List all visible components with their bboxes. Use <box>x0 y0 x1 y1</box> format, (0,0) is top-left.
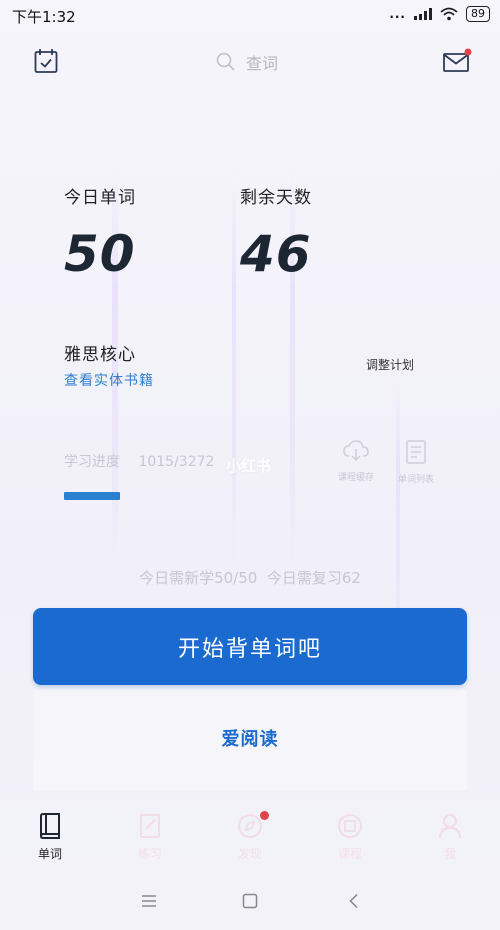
watermark: 小红书 <box>226 457 272 475</box>
status-dots: ... <box>389 7 406 21</box>
course-cache-button[interactable]: 课程缓存 <box>326 440 386 483</box>
progress-bar <box>64 492 244 500</box>
course-cache-label: 课程缓存 <box>337 473 374 483</box>
progress-label: 学习进度 <box>64 454 120 470</box>
document-icon <box>406 440 426 464</box>
wifi-icon <box>440 7 458 21</box>
nav-item-words[interactable]: 单词 <box>0 805 100 875</box>
signal-icon <box>414 8 432 20</box>
system-nav-bar <box>0 885 500 921</box>
progress-value: 1015/3272 <box>138 454 215 470</box>
cloud-download-icon <box>343 440 369 462</box>
battery-indicator: 89 <box>466 6 490 22</box>
book-name: 雅思核心 <box>64 345 136 365</box>
course-icon <box>338 814 362 838</box>
home-icon[interactable] <box>242 893 258 909</box>
notification-badge <box>260 811 269 820</box>
nav-label: 练习 <box>137 847 162 861</box>
note-icon <box>140 814 160 838</box>
person-icon <box>439 814 461 839</box>
days-left-value: 46 <box>240 225 312 283</box>
compass-icon <box>238 814 262 838</box>
days-left-label: 剩余天数 <box>240 188 312 208</box>
bottom-nav: 单词 练习 发现 课程 我 <box>0 805 500 875</box>
word-list-button[interactable]: 单词列表 <box>386 440 446 485</box>
reading-link[interactable]: 爱阅读 <box>0 725 500 751</box>
progress-bar-fill <box>64 492 120 500</box>
calendar-check-icon[interactable] <box>34 48 58 74</box>
menu-icon[interactable] <box>141 893 157 909</box>
book-icon <box>40 813 60 839</box>
nav-label: 我 <box>443 847 456 861</box>
start-learning-button[interactable]: 开始背单词吧 <box>33 608 467 685</box>
app-screen: 下午1:32 ... 89 查词 今日单词 50 剩余天数 46 雅思核心 查看… <box>0 0 500 930</box>
today-summary: 今日需新学50/50 今日需复习62 <box>139 569 361 587</box>
status-icons: ... 89 <box>389 6 490 22</box>
nav-label: 课程 <box>337 847 362 861</box>
today-words-label: 今日单词 <box>64 188 136 208</box>
back-icon[interactable] <box>346 893 362 909</box>
nav-item-me[interactable]: 我 <box>400 805 500 875</box>
nav-item-course[interactable]: 课程 <box>300 805 400 875</box>
status-bar: 下午1:32 ... 89 <box>0 0 500 32</box>
status-time: 下午1:32 <box>12 8 76 26</box>
view-physical-book-link[interactable]: 查看实体书籍 <box>64 370 154 390</box>
search-bar[interactable]: 查词 <box>216 50 278 74</box>
screen-artifact <box>232 170 236 570</box>
word-list-label: 单词列表 <box>397 475 434 485</box>
search-icon <box>216 52 235 71</box>
progress-text: 学习进度 1015/3272 <box>64 451 214 471</box>
adjust-plan-link[interactable]: 调整计划 <box>366 356 414 373</box>
top-bar: 查词 <box>0 40 500 84</box>
mail-notification-dot <box>464 48 472 56</box>
search-placeholder: 查词 <box>246 54 279 73</box>
mail-icon[interactable] <box>443 48 473 74</box>
nav-item-discover[interactable]: 发现 <box>200 805 300 875</box>
today-words-value: 50 <box>64 225 136 283</box>
nav-item-practice[interactable]: 练习 <box>100 805 200 875</box>
nav-label: 单词 <box>37 847 62 861</box>
nav-label: 发现 <box>237 847 262 861</box>
